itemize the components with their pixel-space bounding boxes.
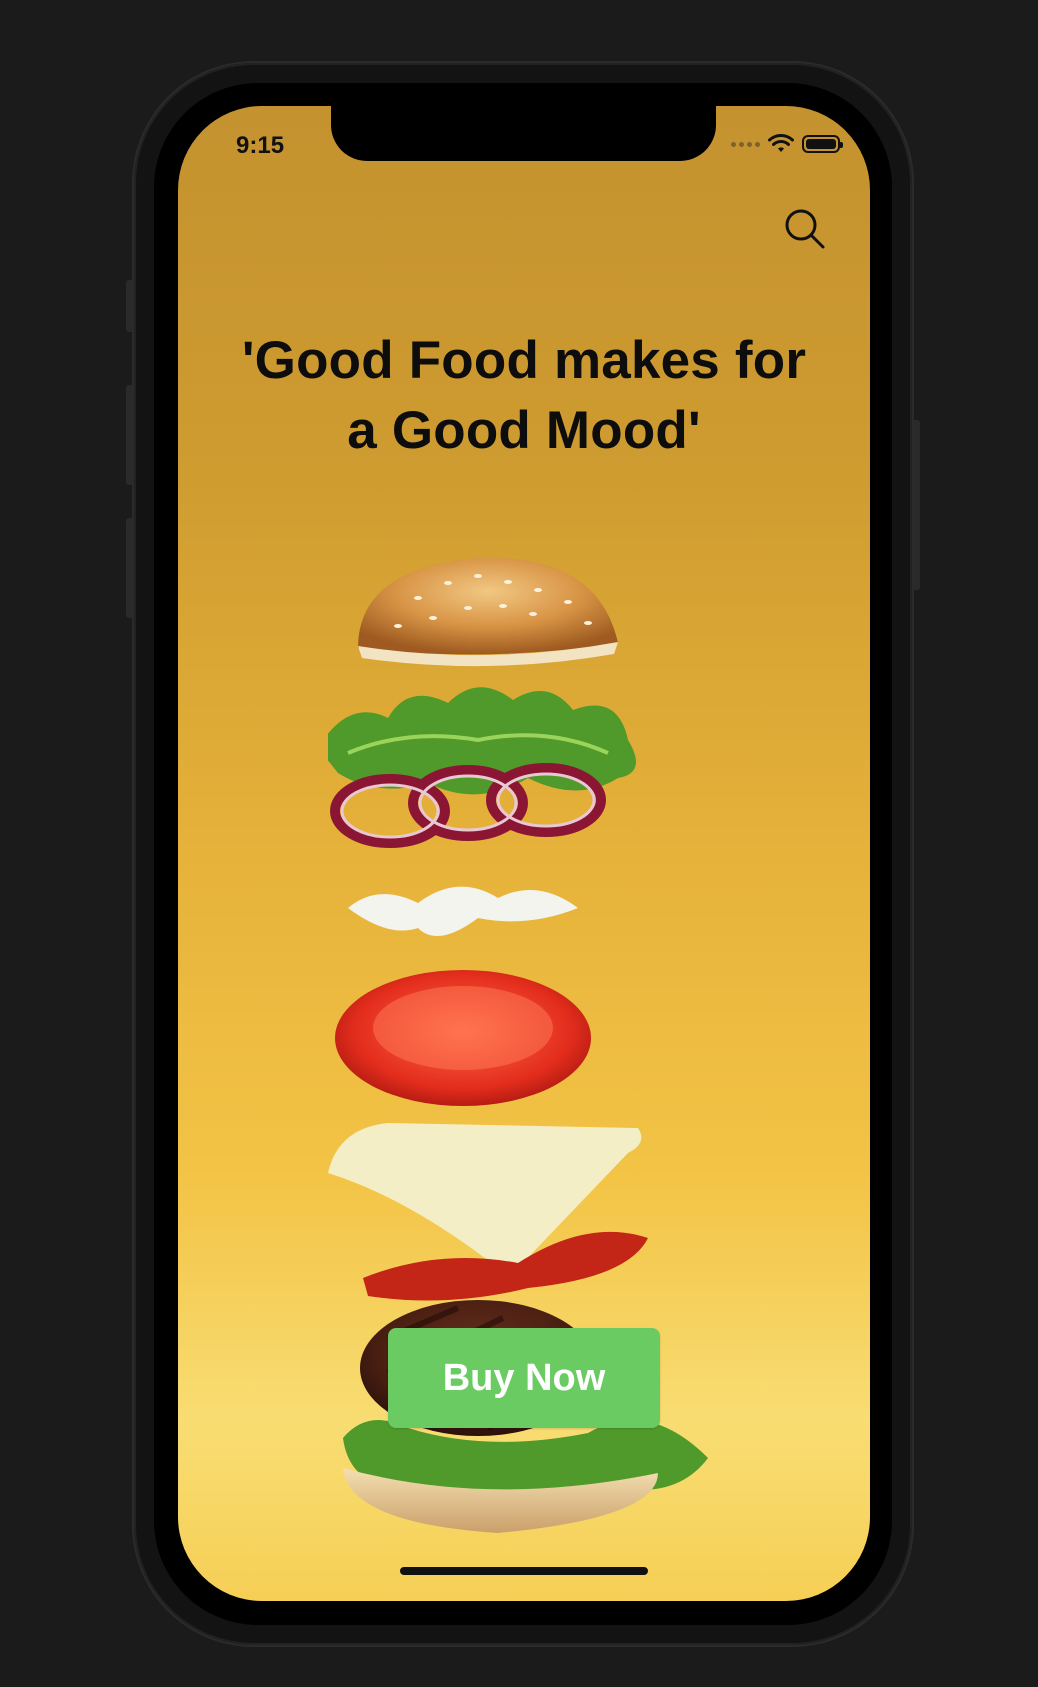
volume-up-button [126,385,134,485]
volume-down-button [126,518,134,618]
search-icon [785,209,825,249]
mayo [348,886,578,936]
stage: 9:15 'Good Food makes for a Good Mood' B… [0,0,1038,1687]
battery-fill [806,139,836,149]
battery-icon [802,135,843,153]
app-screen: 9:15 'Good Food makes for a Good Mood' B… [178,106,870,1601]
buy-now-button[interactable]: Buy Now [388,1328,660,1428]
search-button[interactable] [782,206,828,252]
mute-switch [126,280,134,332]
power-button [912,420,920,590]
headline: 'Good Food makes for a Good Mood' [241,331,807,460]
cellular-signal-icon [731,141,760,147]
home-indicator[interactable] [400,1567,648,1575]
wifi-icon [768,134,794,152]
status-time: 9:15 [236,132,285,159]
top-bun [358,557,618,655]
notch [331,106,716,161]
status-icons [731,134,843,154]
